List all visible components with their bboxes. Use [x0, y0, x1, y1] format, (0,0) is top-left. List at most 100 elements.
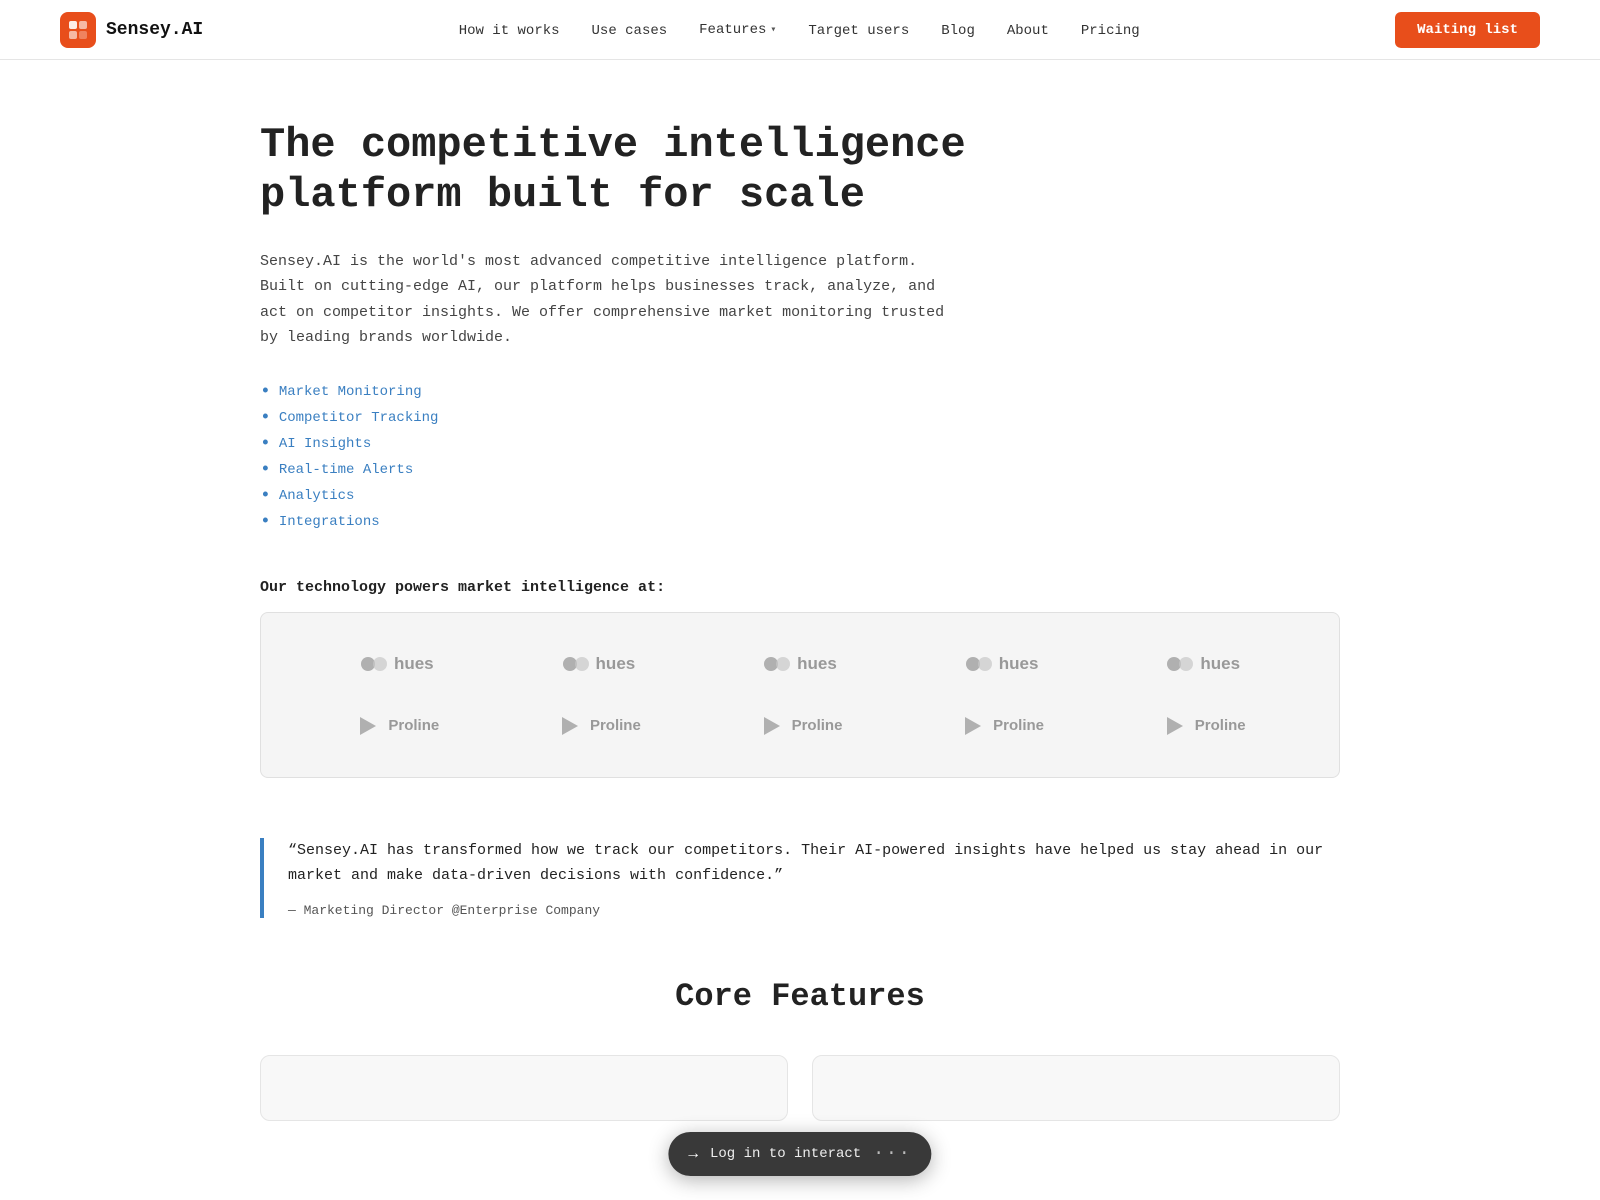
hero-section: The competitive intelligence platform bu… — [260, 120, 1160, 531]
nav-item-use-cases[interactable]: Use cases — [592, 21, 668, 39]
core-features-section: Core Features — [260, 978, 1340, 1141]
nav-link-how-it-works[interactable]: How it works — [459, 23, 560, 39]
hues-label: hues — [797, 654, 837, 674]
proline-icon — [1161, 715, 1189, 737]
hero-description: Sensey.AI is the world's most advanced c… — [260, 249, 960, 351]
feature-card-1 — [260, 1055, 788, 1121]
hues-label: hues — [596, 654, 636, 674]
core-features-title: Core Features — [260, 978, 1340, 1015]
list-item[interactable]: • AI Insights — [260, 435, 1160, 453]
logo-area[interactable]: Sensey.AI — [60, 12, 203, 48]
proline-icon — [556, 715, 584, 737]
logos-heading: Our technology powers market intelligenc… — [260, 579, 1340, 596]
feature-label-competitor-tracking: Competitor Tracking — [279, 410, 439, 426]
logo-cell-hues-4: hues — [906, 643, 1098, 685]
bullet-icon: • — [260, 383, 271, 401]
logo-cell-hues-5: hues — [1107, 643, 1299, 685]
feature-label-integrations: Integrations — [279, 514, 380, 530]
logo-grid-container: hues hues — [260, 612, 1340, 778]
features-dropdown-trigger[interactable]: Features ▾ — [699, 22, 776, 38]
feature-card-2 — [812, 1055, 1340, 1121]
hues-icon — [763, 653, 791, 675]
logo-cell-hues-2: hues — [503, 643, 695, 685]
list-item[interactable]: • Competitor Tracking — [260, 409, 1160, 427]
testimonial-author: — Marketing Director @Enterprise Company — [288, 903, 1340, 918]
list-item[interactable]: • Integrations — [260, 513, 1160, 531]
logo-cell-hues-3: hues — [704, 643, 896, 685]
bullet-icon: • — [260, 409, 271, 427]
proline-icon — [354, 715, 382, 737]
hues-logo-5: hues — [1166, 653, 1240, 675]
feature-label-ai-insights: AI Insights — [279, 436, 371, 452]
logos-section: Our technology powers market intelligenc… — [260, 579, 1340, 778]
proline-logo-2: Proline — [556, 715, 641, 737]
testimonial-text: “Sensey.AI has transformed how we track … — [288, 838, 1340, 889]
hues-icon — [1166, 653, 1194, 675]
proline-icon — [758, 715, 786, 737]
proline-logo-5: Proline — [1161, 715, 1246, 737]
nav-item-blog[interactable]: Blog — [941, 21, 975, 39]
proline-logo-3: Proline — [758, 715, 843, 737]
hues-icon — [965, 653, 993, 675]
list-item[interactable]: • Analytics — [260, 487, 1160, 505]
waiting-list-button[interactable]: Waiting list — [1395, 12, 1540, 48]
hues-logo-1: hues — [360, 653, 434, 675]
login-label[interactable]: Log in to interact — [710, 1146, 861, 1162]
navbar: Sensey.AI How it works Use cases Feature… — [0, 0, 1600, 60]
feature-label-market-monitoring: Market Monitoring — [279, 384, 422, 400]
list-item[interactable]: • Real-time Alerts — [260, 461, 1160, 479]
bullet-icon: • — [260, 461, 271, 479]
logo-text: Sensey.AI — [106, 20, 203, 40]
logo-cell-proline-5: Proline — [1107, 705, 1299, 747]
feature-label-analytics: Analytics — [279, 488, 355, 504]
logo-cell-proline-2: Proline — [503, 705, 695, 747]
proline-logo-4: Proline — [959, 715, 1044, 737]
login-dots-icon[interactable]: ··· — [873, 1144, 911, 1164]
features-cards — [260, 1055, 1340, 1121]
main-content: The competitive intelligence platform bu… — [200, 60, 1400, 1141]
hues-label: hues — [999, 654, 1039, 674]
nav-link-target-users[interactable]: Target users — [808, 23, 909, 39]
bullet-icon: • — [260, 487, 271, 505]
nav-menu: How it works Use cases Features ▾ Target… — [459, 21, 1140, 39]
chevron-down-icon: ▾ — [770, 24, 776, 36]
logo-cell-proline-4: Proline — [906, 705, 1098, 747]
hues-logo-4: hues — [965, 653, 1039, 675]
nav-link-use-cases[interactable]: Use cases — [592, 23, 668, 39]
hues-logo-3: hues — [763, 653, 837, 675]
list-item[interactable]: • Market Monitoring — [260, 383, 1160, 401]
testimonial-section: “Sensey.AI has transformed how we track … — [260, 838, 1340, 918]
nav-item-features[interactable]: Features ▾ — [699, 22, 776, 38]
nav-link-blog[interactable]: Blog — [941, 23, 975, 39]
hues-icon — [360, 653, 388, 675]
proline-label: Proline — [993, 717, 1044, 734]
hero-title: The competitive intelligence platform bu… — [260, 120, 1160, 221]
login-bar[interactable]: → Log in to interact ··· — [668, 1132, 931, 1176]
nav-item-about[interactable]: About — [1007, 21, 1049, 39]
hues-logo-2: hues — [562, 653, 636, 675]
feature-list: • Market Monitoring • Competitor Trackin… — [260, 383, 1160, 531]
hues-label: hues — [1200, 654, 1240, 674]
proline-icon — [959, 715, 987, 737]
logo-grid: hues hues — [301, 643, 1299, 747]
proline-label: Proline — [792, 717, 843, 734]
nav-item-target-users[interactable]: Target users — [808, 21, 909, 39]
proline-label: Proline — [590, 717, 641, 734]
nav-link-pricing[interactable]: Pricing — [1081, 23, 1140, 39]
proline-label: Proline — [1195, 717, 1246, 734]
bullet-icon: • — [260, 513, 271, 531]
proline-label: Proline — [388, 717, 439, 734]
hues-icon — [562, 653, 590, 675]
bullet-icon: • — [260, 435, 271, 453]
nav-item-pricing[interactable]: Pricing — [1081, 21, 1140, 39]
proline-logo-1: Proline — [354, 715, 439, 737]
feature-label-realtime-alerts: Real-time Alerts — [279, 462, 413, 478]
logo-cell-proline-3: Proline — [704, 705, 896, 747]
login-icon: → — [688, 1145, 698, 1163]
hues-label: hues — [394, 654, 434, 674]
logo-icon[interactable] — [60, 12, 96, 48]
nav-link-features[interactable]: Features — [699, 22, 766, 38]
nav-link-about[interactable]: About — [1007, 23, 1049, 39]
logo-cell-hues-1: hues — [301, 643, 493, 685]
nav-item-how-it-works[interactable]: How it works — [459, 21, 560, 39]
